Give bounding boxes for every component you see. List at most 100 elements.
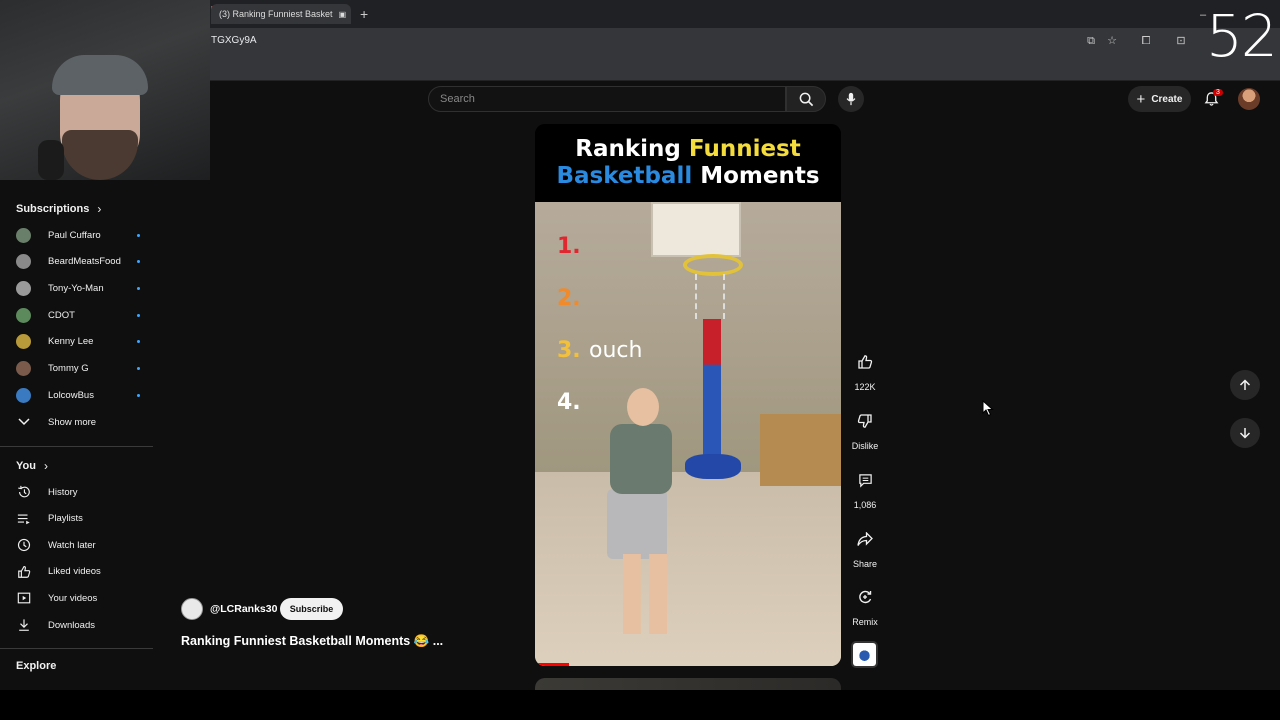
new-content-dot bbox=[137, 313, 140, 317]
sidebar-item-label: History bbox=[48, 486, 78, 498]
create-label: Create bbox=[1151, 93, 1183, 105]
show-more-button[interactable]: Show more bbox=[16, 412, 140, 432]
subscriptions-header[interactable]: Subscriptions › bbox=[16, 202, 101, 216]
shorts-video-player[interactable]: Ranking Funniest Basketball Moments 1. 2… bbox=[535, 124, 841, 666]
history-icon bbox=[16, 485, 31, 500]
channel-avatar-icon bbox=[16, 307, 31, 323]
hoop-base bbox=[685, 454, 741, 479]
create-button[interactable]: + Create bbox=[1128, 86, 1191, 112]
like-count: 122K bbox=[854, 382, 876, 392]
bookmark-star-icon[interactable]: ☆ bbox=[1105, 34, 1119, 48]
sidebar-item-label: Watch later bbox=[48, 539, 96, 551]
new-tab-icon[interactable]: + bbox=[360, 6, 368, 22]
voice-search-button[interactable] bbox=[838, 86, 864, 112]
sidebar-item-label: Liked videos bbox=[48, 566, 101, 578]
sidebar-subscription-item[interactable]: Paul Cuffaro bbox=[16, 225, 140, 245]
sidebar-subscription-item[interactable]: Tommy G bbox=[16, 359, 140, 379]
channel-avatar-icon bbox=[16, 361, 31, 376]
remix-button[interactable]: Remix bbox=[846, 583, 884, 627]
channel-avatar-icon bbox=[16, 280, 31, 296]
subscribe-button[interactable]: Subscribe bbox=[280, 598, 343, 620]
dislike-label: Dislike bbox=[851, 441, 879, 451]
tab-title: (3) Ranking Funniest Basket bbox=[219, 9, 333, 19]
video-progress-bar[interactable] bbox=[535, 663, 569, 666]
sidebar-subscription-item[interactable]: Kenny Lee bbox=[16, 332, 140, 352]
chevron-down-icon bbox=[16, 415, 31, 430]
video-title[interactable]: Ranking Funniest Basketball Moments 😂 ..… bbox=[181, 634, 443, 649]
downloads-icon bbox=[16, 618, 31, 633]
remix-icon bbox=[851, 583, 879, 611]
chevron-right-icon: › bbox=[97, 202, 102, 216]
channel-avatar-icon bbox=[16, 387, 31, 403]
hoop-backboard bbox=[651, 202, 741, 257]
sidebar-item-label: Your videos bbox=[48, 592, 98, 604]
remix-label: Remix bbox=[852, 617, 878, 627]
like-button[interactable]: 122K bbox=[846, 348, 884, 392]
sidebar-subscription-item[interactable]: LolcowBus bbox=[16, 385, 140, 405]
search-input[interactable]: Search bbox=[428, 86, 786, 112]
chevron-right-icon: › bbox=[43, 459, 48, 473]
kid-head bbox=[627, 388, 659, 426]
sidebar-item-label: Playlists bbox=[48, 513, 83, 525]
comment-count: 1,086 bbox=[853, 500, 877, 510]
sidebar-item-liked-videos[interactable]: Liked videos bbox=[16, 562, 140, 582]
you-header[interactable]: You › bbox=[16, 459, 48, 473]
playlists-icon bbox=[16, 511, 31, 526]
title-word-basketball: Basketball bbox=[556, 163, 693, 189]
hoop-net bbox=[695, 274, 725, 319]
kid-legs bbox=[623, 554, 667, 634]
sidebar-item-playlists[interactable]: Playlists bbox=[16, 509, 140, 529]
search-button[interactable] bbox=[786, 86, 826, 112]
rank-2: 2. bbox=[557, 286, 581, 311]
explore-header: Explore bbox=[16, 660, 56, 672]
watch-later-icon bbox=[16, 538, 31, 553]
channel-avatar[interactable] bbox=[181, 598, 203, 620]
thumbs-down-icon bbox=[851, 407, 879, 435]
previous-short-button[interactable] bbox=[1230, 370, 1260, 400]
channel-thumbnail[interactable] bbox=[851, 641, 878, 668]
arrow-down-icon bbox=[1239, 428, 1251, 439]
media-control-icon[interactable]: ⊡ bbox=[1174, 34, 1188, 48]
your-videos-icon bbox=[16, 591, 31, 606]
url-text[interactable]: TGXGy9A bbox=[211, 35, 257, 46]
new-content-dot bbox=[137, 340, 140, 344]
plus-icon: + bbox=[1136, 90, 1146, 108]
channel-avatar-icon bbox=[16, 227, 31, 243]
sidebar-divider bbox=[0, 446, 153, 447]
comments-button[interactable]: 1,086 bbox=[846, 466, 884, 510]
sidebar-subscription-item[interactable]: BeardMeatsFood bbox=[16, 252, 140, 272]
webcam-overlay bbox=[0, 0, 210, 180]
sidebar-item-watch-later[interactable]: Watch later bbox=[16, 535, 140, 555]
notification-badge: 3 bbox=[1213, 89, 1223, 96]
liked-videos-icon bbox=[16, 564, 31, 579]
browser-tab[interactable]: (3) Ranking Funniest Basket ▣ ✕ bbox=[211, 4, 351, 24]
share-label: Share bbox=[852, 559, 878, 569]
toy-shelf bbox=[760, 414, 841, 486]
sidebar-subscription-item[interactable]: Tony-Yo-Man bbox=[16, 278, 140, 298]
install-app-icon[interactable]: ⧉ bbox=[1084, 34, 1098, 48]
channel-handle[interactable]: @LCRanks30 bbox=[210, 603, 277, 615]
explore-label: Explore bbox=[16, 660, 57, 672]
account-avatar[interactable] bbox=[1238, 88, 1260, 110]
rank-1: 1. bbox=[557, 234, 581, 259]
subscription-name: BeardMeatsFood bbox=[48, 256, 121, 268]
video-title-overlay: Ranking Funniest Basketball Moments bbox=[535, 124, 841, 202]
sidebar-item-downloads[interactable]: Downloads bbox=[16, 615, 140, 635]
sidebar-item-your-videos[interactable]: Your videos bbox=[16, 588, 140, 608]
extensions-icon[interactable]: ⧠ bbox=[1139, 34, 1153, 48]
share-icon bbox=[851, 525, 879, 553]
rank-3-caption: ouch bbox=[589, 338, 643, 363]
title-word-ranking: Ranking bbox=[575, 136, 689, 162]
dislike-button[interactable]: Dislike bbox=[846, 407, 884, 451]
sidebar-item-label: Downloads bbox=[48, 619, 95, 631]
comment-icon bbox=[851, 466, 879, 494]
sidebar-subscription-item[interactable]: CDOT bbox=[16, 305, 140, 325]
next-short-button[interactable] bbox=[1230, 418, 1260, 448]
subscription-name: CDOT bbox=[48, 309, 75, 321]
arrow-up-icon bbox=[1239, 379, 1251, 390]
sidebar-divider bbox=[0, 648, 153, 649]
sidebar-item-history[interactable]: History bbox=[16, 482, 140, 502]
show-more-label: Show more bbox=[48, 416, 97, 428]
share-button[interactable]: Share bbox=[846, 525, 884, 569]
video-floor bbox=[535, 472, 841, 666]
